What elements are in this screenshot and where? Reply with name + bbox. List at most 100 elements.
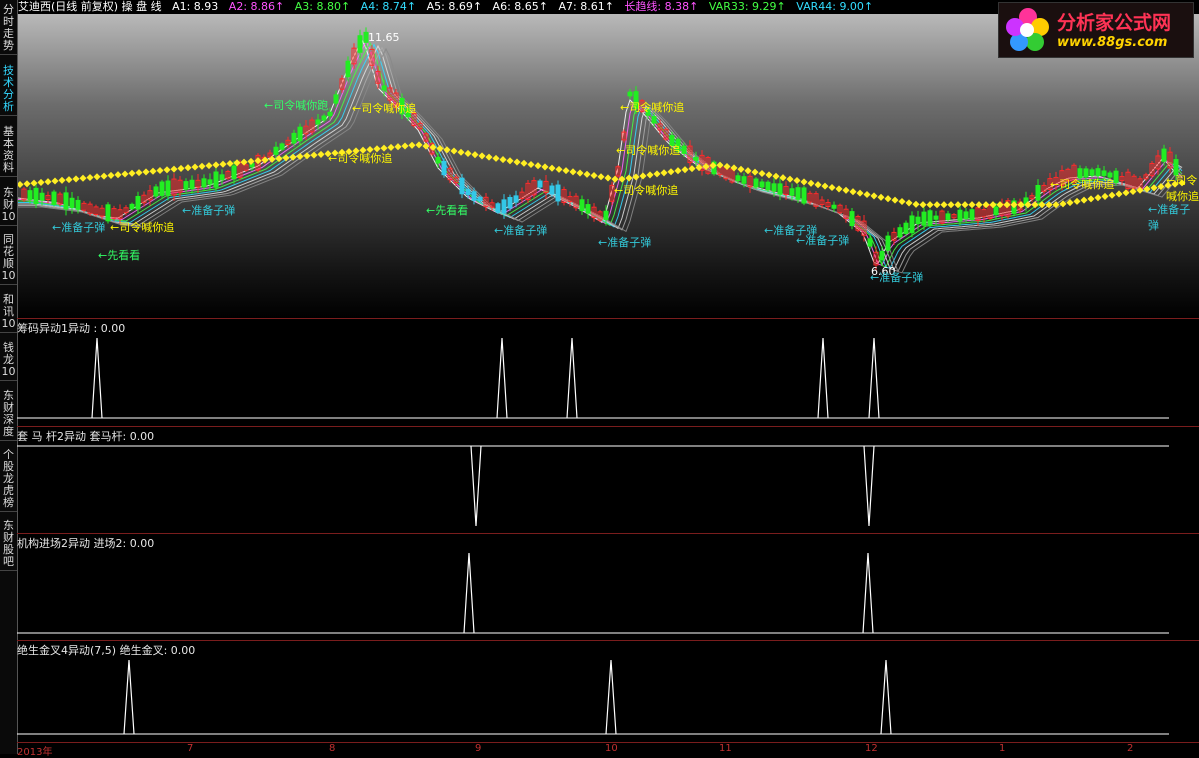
signal-label: ←准备子弹 bbox=[598, 236, 652, 249]
indicator-panel-chip[interactable] bbox=[17, 318, 1199, 426]
signal-label: ←先看看 bbox=[426, 204, 469, 217]
trend-dot bbox=[478, 152, 486, 160]
candle-body bbox=[435, 156, 441, 164]
flower-logo-icon bbox=[1006, 8, 1049, 51]
sidebar-item-intraday[interactable]: 分 时 走 势 bbox=[0, 2, 17, 55]
candle-body bbox=[651, 116, 657, 124]
indicator-spike bbox=[496, 337, 508, 419]
value-a2: A2: 8.86↑ bbox=[228, 0, 285, 13]
candle-body bbox=[585, 204, 591, 214]
trend-dot bbox=[1087, 195, 1095, 203]
candle-body bbox=[291, 132, 297, 144]
candle-body bbox=[297, 126, 303, 142]
indicator-spike bbox=[817, 337, 829, 419]
signal-label: ←司令喊你追 bbox=[1166, 174, 1199, 203]
candle-body bbox=[27, 190, 33, 201]
logo-text: 分析家公式网 bbox=[1057, 12, 1172, 34]
signal-label: ←先看看 bbox=[98, 249, 141, 262]
sidebar-item-qianlong10[interactable]: 钱 龙 10 bbox=[0, 340, 17, 381]
trend-dot bbox=[968, 201, 976, 209]
trend-dot bbox=[464, 149, 472, 157]
trend-dot bbox=[961, 201, 969, 209]
candle-body bbox=[681, 145, 687, 154]
trend-dot bbox=[408, 141, 416, 149]
candle-body bbox=[945, 213, 951, 220]
sidebar-item-technical[interactable]: 技 术 分 析 bbox=[0, 63, 17, 116]
candle-body bbox=[555, 184, 561, 202]
candle-body bbox=[903, 222, 909, 234]
trend-dot bbox=[597, 173, 605, 181]
candle-body bbox=[993, 206, 999, 216]
candle-body bbox=[219, 174, 225, 181]
trend-dot bbox=[100, 172, 108, 180]
trend-dot bbox=[947, 201, 955, 209]
trend-dot bbox=[191, 163, 199, 171]
signal-label: ←司令喊你跑 bbox=[264, 99, 329, 112]
indicator-spike bbox=[862, 552, 874, 634]
candle-body bbox=[273, 146, 279, 155]
indicator-spike bbox=[863, 445, 875, 527]
trend-dot bbox=[205, 162, 213, 170]
indicator-panel-institution[interactable] bbox=[17, 533, 1199, 641]
signal-label: ←准备子弹 bbox=[870, 271, 924, 284]
candle-body bbox=[765, 181, 771, 191]
trend-dot bbox=[163, 166, 171, 174]
indicator-panel-lasso[interactable] bbox=[17, 426, 1199, 534]
trend-dot bbox=[898, 197, 906, 206]
sidebar-item-hexun10[interactable]: 和 讯 10 bbox=[0, 292, 17, 333]
value-a7: A7: 8.61↑ bbox=[558, 0, 614, 13]
trend-dot bbox=[212, 161, 220, 169]
trend-dot bbox=[555, 165, 563, 173]
indicator-panel-golden-cross[interactable] bbox=[17, 640, 1199, 742]
candle-body bbox=[321, 115, 327, 121]
trend-dot bbox=[723, 162, 731, 171]
signal-label: ←准备子弹 bbox=[182, 204, 236, 217]
sidebar-item-tonghuashun10[interactable]: 同 花 顺 10 bbox=[0, 232, 17, 285]
candlestick-chart[interactable]: 11.65 6.60 ←司令喊你追 ←司令喊你追 ←司令喊你追 ←司令喊你追 ←… bbox=[18, 14, 1199, 318]
trend-dot bbox=[513, 158, 521, 166]
signal-label: ←司令喊你追 bbox=[1050, 178, 1115, 191]
trend-dot bbox=[142, 168, 150, 176]
trend-dot bbox=[793, 176, 801, 185]
trend-dot bbox=[1108, 191, 1116, 199]
candle-body bbox=[759, 181, 765, 188]
trend-dot bbox=[471, 151, 479, 159]
candle-body bbox=[957, 209, 963, 222]
axis-label: 2 bbox=[1127, 743, 1134, 754]
trend-dot bbox=[107, 171, 115, 179]
candle-body bbox=[183, 181, 189, 190]
axis-label: 1 bbox=[999, 743, 1006, 754]
signal-label: ←司令喊你追 bbox=[352, 102, 417, 115]
sidebar-item-dragon-tiger[interactable]: 个 股 龙 虎 榜 bbox=[0, 447, 17, 512]
trend-dot bbox=[534, 162, 542, 170]
candle-body bbox=[1089, 169, 1095, 176]
candle-body bbox=[1095, 168, 1101, 177]
candle-body bbox=[963, 211, 969, 219]
trend-dot bbox=[1073, 197, 1081, 205]
trend-dot bbox=[310, 151, 318, 159]
candle-body bbox=[735, 175, 741, 182]
trend-dot bbox=[58, 176, 66, 184]
candle-body bbox=[969, 209, 975, 221]
candle-body bbox=[927, 210, 933, 227]
trend-dot bbox=[940, 201, 948, 209]
indicator-spike bbox=[123, 659, 135, 735]
sidebar-item-fundamentals[interactable]: 基 本 资 料 bbox=[0, 124, 17, 177]
signal-label: ←准备子弹 bbox=[796, 234, 850, 247]
trend-dot bbox=[128, 169, 136, 177]
trend-dot bbox=[23, 180, 31, 188]
sidebar-item-guba[interactable]: 东 财 股 吧 bbox=[0, 518, 17, 571]
candle-body bbox=[459, 177, 465, 195]
sidebar-item-eastmoney-depth[interactable]: 东 财 深 度 bbox=[0, 388, 17, 441]
axis-label: 12 bbox=[865, 743, 878, 754]
trend-dot bbox=[1094, 194, 1102, 202]
candle-body bbox=[231, 165, 237, 180]
sidebar-item-eastmoney10[interactable]: 东 财 10 bbox=[0, 185, 17, 226]
chart-title: 艾迪西(日线 前复权) 操 盘 线 bbox=[18, 0, 162, 13]
axis-label: 9 bbox=[475, 743, 482, 754]
trend-dot bbox=[135, 169, 143, 177]
candle-body bbox=[207, 179, 213, 185]
candle-body bbox=[831, 204, 837, 209]
candle-body bbox=[909, 215, 915, 234]
candle-body bbox=[537, 180, 543, 188]
